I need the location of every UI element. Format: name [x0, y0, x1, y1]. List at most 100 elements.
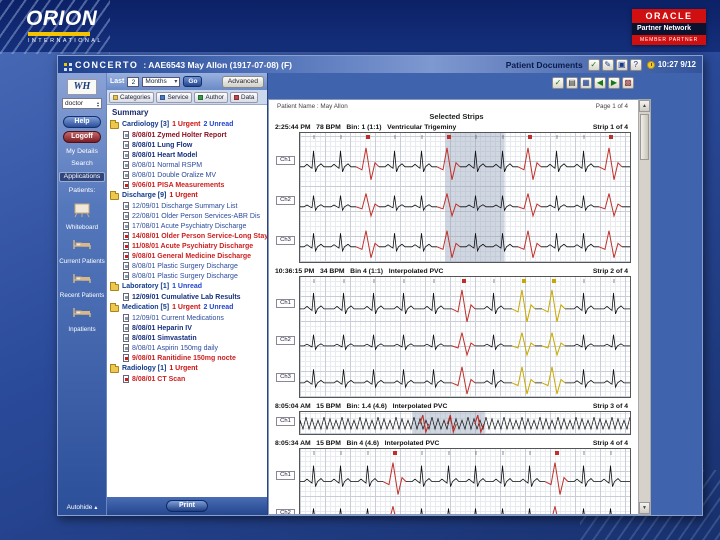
last-label: Last: [110, 78, 125, 85]
help-button[interactable]: Help: [63, 116, 101, 128]
sidebar-item-label: Current Patients: [59, 258, 105, 265]
orion-logo: ORION INTERNATIONAL: [26, 7, 103, 44]
facet-service[interactable]: Service: [156, 91, 193, 103]
help-icon[interactable]: ?: [629, 58, 642, 71]
facet-categories[interactable]: Categories: [109, 91, 155, 103]
summary-group-discharge[interactable]: Discharge [9] 1 Urgent: [110, 190, 267, 201]
autohide-toggle[interactable]: Autohide: [67, 504, 98, 511]
document-link[interactable]: 9/08/01 General Medicine Discharge: [110, 251, 267, 261]
edit-icon[interactable]: ✎: [601, 58, 614, 71]
ecg-waveform: [300, 133, 630, 262]
sidebar-label-patients: Patients:: [68, 187, 96, 194]
sidebar-item-search[interactable]: Search: [71, 160, 93, 167]
document-link[interactable]: 9/06/01 PISA Measurements: [110, 180, 267, 190]
facet-label: Service: [167, 93, 189, 101]
document-link[interactable]: 8/08/01 Lung Flow: [110, 140, 267, 150]
sidebar-item-current-patients[interactable]: Current Patients: [59, 237, 105, 265]
scrollbar[interactable]: [638, 99, 651, 515]
print-icon[interactable]: ▤: [566, 77, 578, 89]
document-icon[interactable]: ▣: [615, 58, 628, 71]
summary-group-laboratory[interactable]: Laboratory [1] 1 Unread: [110, 281, 267, 292]
grid-icon[interactable]: ▩: [622, 77, 634, 89]
doc-meta-left: Patient Name : May Allon: [277, 103, 348, 110]
role-value: doctor: [65, 100, 84, 107]
document-toolbar: ✓ ▤ ▦ ◀ ▶ ▩: [268, 73, 702, 99]
concerto-wordmark: CONCERTO: [75, 59, 139, 70]
prev-icon[interactable]: ◀: [594, 77, 606, 89]
facet-author[interactable]: Author: [194, 91, 229, 103]
document-link[interactable]: 8/08/01 Double Oralize MV: [110, 170, 267, 180]
spinner-icon[interactable]: [97, 101, 99, 107]
document-link-label: 8/08/01 Simvastatin: [132, 334, 197, 342]
chevron-down-icon: [174, 78, 177, 85]
ecg-strip: 8:05:34 AM 15 BPM Bin 4 (4.6) Interpolat…: [275, 440, 638, 514]
strip-label: Strip 1 of 4: [592, 124, 628, 131]
scroll-up-button[interactable]: [639, 100, 650, 112]
titlebar: CONCERTO : AAE6543 May Allon (1917-07-08…: [58, 56, 702, 73]
approve-icon[interactable]: ✓: [587, 58, 600, 71]
document-link[interactable]: 8/08/01 Aspirin 150mg daily: [110, 343, 267, 353]
document-link[interactable]: 8/08/01 CT Scan: [110, 374, 267, 384]
concerto-window: CONCERTO : AAE6543 May Allon (1917-07-08…: [57, 55, 703, 516]
document-link[interactable]: 22/08/01 Older Person Services-ABR Dis: [110, 211, 267, 221]
unread-badge: 1 Unread: [172, 283, 203, 290]
summary-group-medication[interactable]: Medication [5] 1 Urgent 2 Unread: [110, 302, 267, 313]
document-link[interactable]: 8/08/01 Normal RSPM: [110, 160, 267, 170]
document-link[interactable]: 8/08/01 Zymed Holter Report: [110, 130, 267, 140]
go-button[interactable]: Go: [183, 76, 203, 87]
scroll-thumb[interactable]: [640, 114, 649, 160]
unread-badge: 2 Unread: [203, 121, 234, 128]
group-label: Radiology [1]: [122, 365, 167, 372]
print-button[interactable]: Print: [166, 500, 208, 512]
summary-group-cardiology[interactable]: Cardiology [3] 1 Urgent 2 Unread: [110, 119, 267, 130]
document-link[interactable]: 8/08/01 Heart Model: [110, 150, 267, 160]
scroll-track[interactable]: [639, 160, 650, 502]
checklist-icon[interactable]: ✓: [552, 77, 564, 89]
document-link[interactable]: 8/08/01 Plastic Surgery Discharge: [110, 271, 267, 281]
sidebar-item-inpatients[interactable]: Inpatients: [68, 305, 96, 333]
sidebar-item-my-details[interactable]: My Details: [66, 148, 98, 155]
patient-banner: : AAE6543 May Allon (1917-07-08) (F): [143, 59, 292, 70]
sidebar-item-recent-patients[interactable]: Recent Patients: [60, 271, 104, 299]
sidebar-item-whiteboard[interactable]: Whiteboard: [66, 203, 98, 231]
orion-underline: [28, 32, 90, 36]
role-select[interactable]: doctor: [62, 98, 102, 109]
document-link-label: 12/09/01 Cumulative Lab Results: [132, 293, 241, 301]
document-link[interactable]: 12/09/01 Discharge Summary List: [110, 201, 267, 211]
document-link[interactable]: 11/08/01 Acute Psychiatry Discharge: [110, 241, 267, 251]
range-count-input[interactable]: 2: [127, 76, 140, 87]
save-icon[interactable]: ▦: [580, 77, 592, 89]
advanced-button[interactable]: Advanced: [221, 75, 264, 88]
document-link-label: 9/08/01 General Medicine Discharge: [132, 252, 252, 260]
document-meta: Patient Name : May Allon Page 1 of 4: [275, 102, 638, 110]
document-link[interactable]: 14/08/01 Older Person Service-Long Stay: [110, 231, 267, 241]
document-link[interactable]: 8/08/01 Heparin IV: [110, 323, 267, 333]
channel-label: Ch2: [276, 335, 295, 345]
document-link[interactable]: 8/08/01 Simvastatin: [110, 333, 267, 343]
channel-label: Ch2: [276, 509, 295, 514]
range-unit-select[interactable]: Months: [142, 76, 181, 87]
sidebar-item-applications[interactable]: Applications: [58, 172, 106, 182]
document-icon: [123, 212, 129, 220]
autohide-label: Autohide: [66, 504, 93, 511]
sidebar: WH doctor Help Logoff My Details Search …: [58, 73, 106, 515]
next-icon[interactable]: ▶: [608, 77, 620, 89]
document-link[interactable]: 8/08/01 Plastic Surgery Discharge: [110, 261, 267, 271]
desktop: ORION INTERNATIONAL ORACLE Partner Netwo…: [0, 0, 720, 540]
scroll-down-button[interactable]: [639, 502, 650, 514]
strip-header: 10:36:15 PM 34 BPM Bin 4 (1:1) Interpola…: [275, 268, 444, 275]
logoff-button[interactable]: Logoff: [63, 131, 101, 143]
summary-group-radiology[interactable]: Radiology [1] 1 Urgent: [110, 363, 267, 374]
folder-icon: [110, 363, 119, 373]
channel-label: Ch1: [276, 417, 295, 426]
org-logo: WH: [67, 79, 97, 95]
document-link-label: 17/08/01 Acute Psychiatry Discharge: [132, 222, 247, 230]
facet-data[interactable]: Data: [230, 91, 259, 103]
document-link[interactable]: 12/09/01 Current Medications: [110, 313, 267, 323]
document-link-label: 8/08/01 Heart Model: [132, 151, 198, 159]
ecg-strip: 10:36:15 PM 34 BPM Bin 4 (1:1) Interpola…: [275, 268, 638, 398]
document-link[interactable]: 12/09/01 Cumulative Lab Results: [110, 292, 267, 302]
document-link[interactable]: 9/08/01 Ranitidine 150mg nocte: [110, 353, 267, 363]
sidebar-item-label: Inpatients: [68, 326, 96, 333]
document-link[interactable]: 17/08/01 Acute Psychiatry Discharge: [110, 221, 267, 231]
